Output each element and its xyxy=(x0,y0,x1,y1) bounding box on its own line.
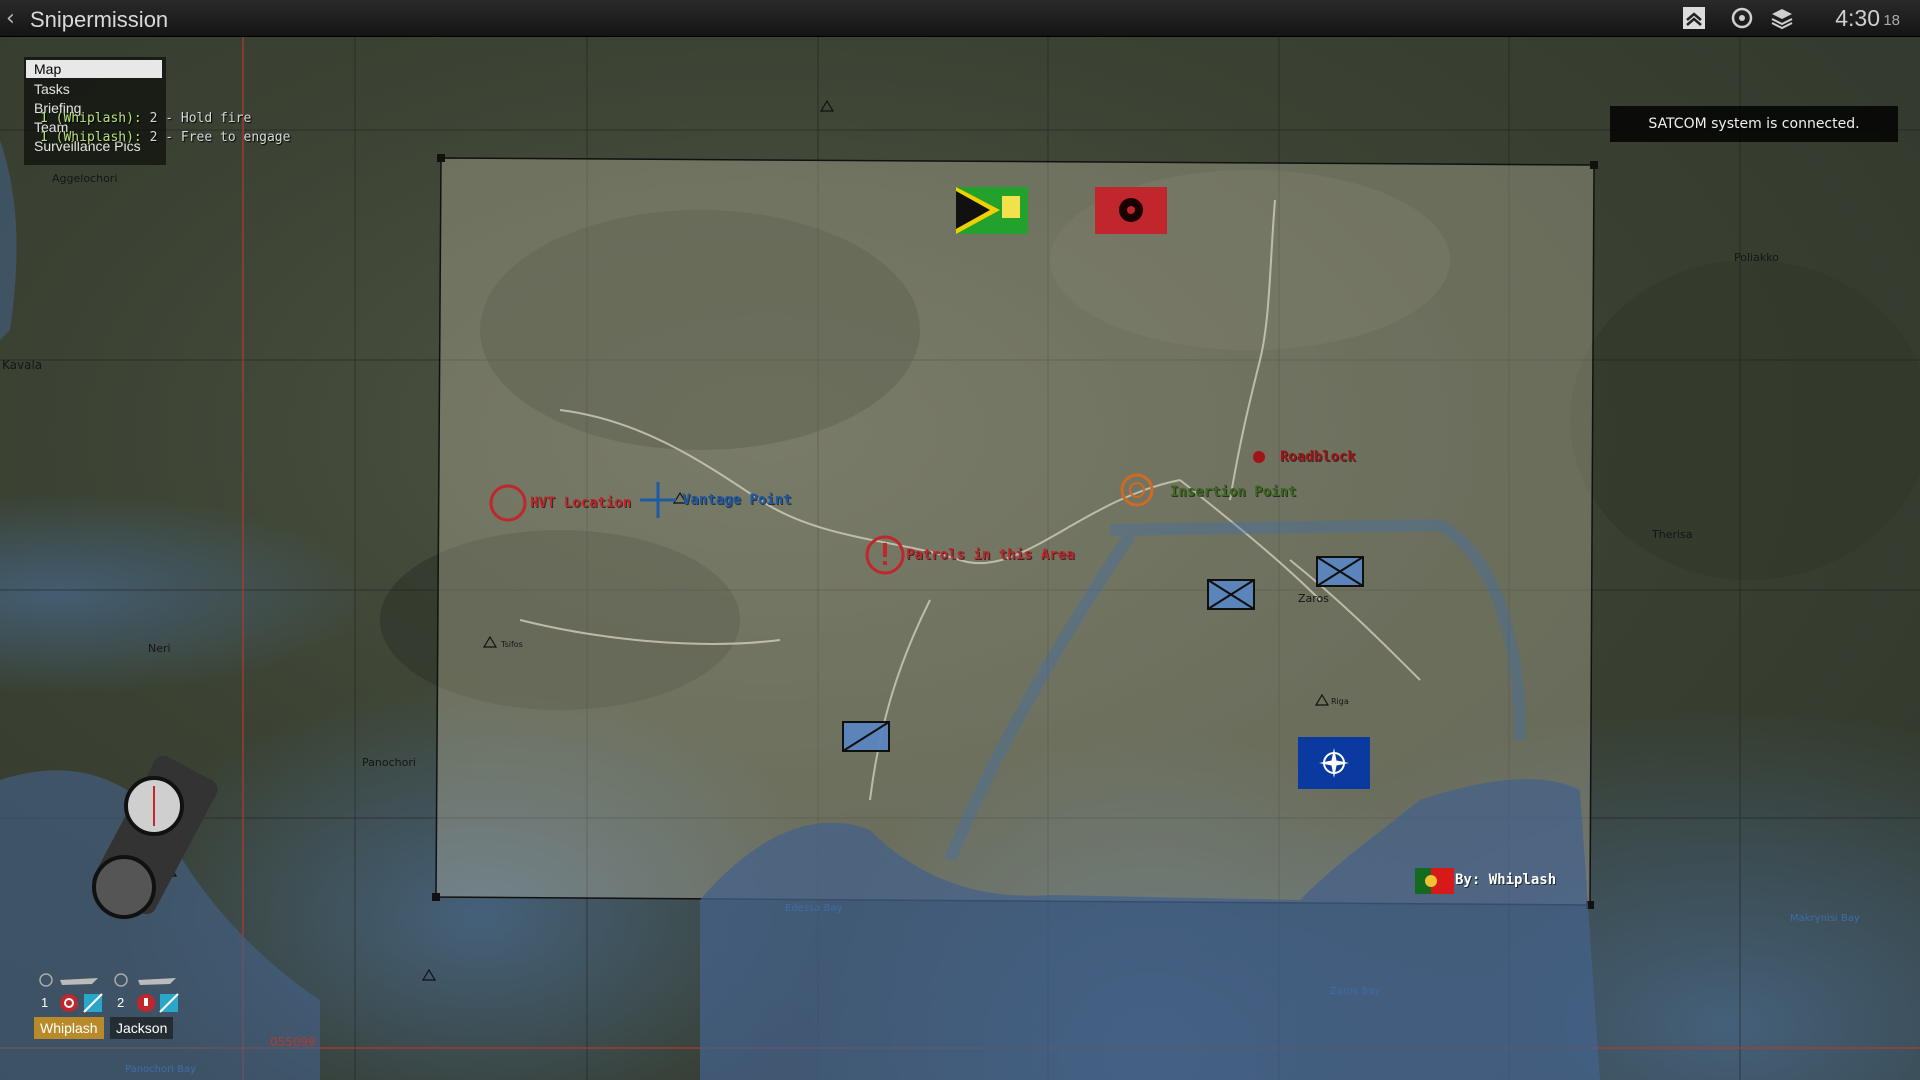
unit-whiplash[interactable]: Whiplash xyxy=(34,1017,104,1039)
unit-number: 1 xyxy=(41,995,49,1010)
unit-icons xyxy=(39,973,179,1013)
unit-2-icons[interactable] xyxy=(114,973,179,1013)
unit-number: 2 xyxy=(117,995,125,1010)
unit-1-icons[interactable] xyxy=(39,973,103,1013)
unit-jackson[interactable]: Jackson xyxy=(110,1017,174,1039)
